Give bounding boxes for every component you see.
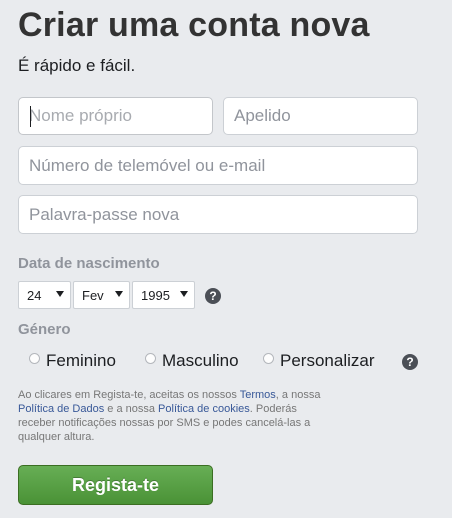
gender-option-label: Feminino [46, 351, 116, 370]
gender-label: Género [18, 321, 71, 338]
radio-button[interactable] [263, 352, 274, 364]
radio-button[interactable] [29, 352, 40, 364]
birthday-day-select[interactable]: 24 [18, 281, 71, 309]
data-policy-link[interactable]: Política de Dados [18, 403, 104, 415]
page-title: Criar uma conta nova [18, 6, 370, 44]
terms-link[interactable]: Termos [240, 389, 276, 401]
page-subtitle: É rápido e fácil. [18, 56, 136, 75]
birthday-label: Data de nascimento [18, 255, 160, 272]
birthday-year-value: 1995 [141, 287, 170, 303]
gender-option-male[interactable]: Masculino [145, 351, 239, 371]
text-cursor [30, 106, 31, 127]
birthday-day-value: 24 [27, 287, 42, 303]
terms-text: , a nossa [275, 389, 321, 401]
terms-notice: Ao clicares em Regista-te, aceitas os no… [18, 388, 330, 444]
gender-option-label: Masculino [162, 351, 239, 370]
new-password-input[interactable] [18, 195, 418, 234]
cookie-policy-link[interactable]: Política de cookies [158, 403, 250, 415]
birthday-month-value: Fev [82, 287, 104, 303]
dropdown-arrow-icon [56, 291, 64, 297]
gender-option-label: Personalizar [280, 351, 375, 370]
mobile-or-email-input[interactable] [18, 146, 418, 185]
birthday-year-select[interactable]: 1995 [132, 281, 195, 309]
sign-up-button[interactable]: Regista-te [18, 465, 213, 505]
radio-button[interactable] [145, 352, 156, 364]
dropdown-arrow-icon [115, 291, 123, 297]
gender-option-female[interactable]: Feminino [29, 351, 116, 371]
birthday-month-select[interactable]: Fev [73, 281, 130, 309]
dropdown-arrow-icon [180, 291, 188, 297]
last-name-input[interactable] [223, 97, 418, 135]
question-circle-icon[interactable]: ? [205, 288, 221, 304]
terms-text: Ao clicares em Regista-te, aceitas os no… [18, 389, 240, 401]
first-name-input[interactable] [18, 97, 213, 135]
question-circle-icon[interactable]: ? [402, 354, 418, 370]
terms-text: e a nossa [104, 403, 159, 415]
gender-option-custom[interactable]: Personalizar [263, 351, 375, 371]
